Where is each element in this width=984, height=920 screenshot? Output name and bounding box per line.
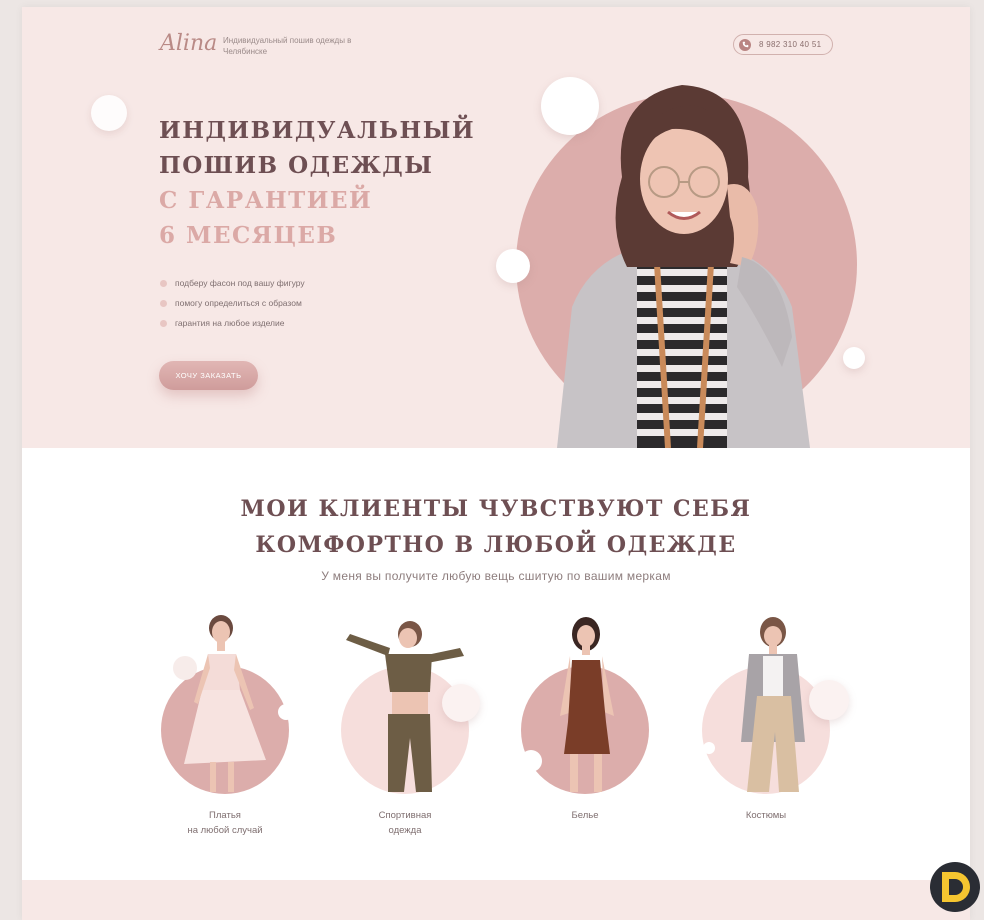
phone-icon (739, 38, 751, 51)
hero-section: Alina Индивидуальный пошив одежды в Челя… (22, 7, 970, 448)
section-title: МОИ КЛИЕНТЫ ЧУВСТВУЮТ СЕБЯ КОМФОРТНО В Л… (240, 496, 752, 558)
benefit-item: помогу определиться с образом (160, 293, 305, 313)
category-dresses[interactable]: Платья на любой случай (150, 612, 300, 862)
model-portrait (557, 85, 810, 448)
logo[interactable]: Alina (160, 31, 217, 56)
decor-bubble (91, 95, 127, 131)
category-label: Костюмы (745, 810, 787, 821)
benefit-item: подберу фасон под вашу фигуру (160, 273, 305, 293)
category-lingerie[interactable]: Белье (510, 612, 660, 862)
dress-model-image (184, 615, 266, 792)
next-section-band (22, 880, 970, 920)
suit-model-image (741, 617, 805, 792)
bullet-dot-icon (160, 319, 167, 327)
phone-button[interactable]: 8 982 310 40 51 (733, 34, 833, 55)
category-label: Платья на любой случай (187, 810, 263, 836)
sportswear-model-image (346, 621, 464, 792)
bullet-dot-icon (160, 299, 167, 307)
phone-number: 8 982 310 40 51 (759, 40, 822, 49)
category-label: Спортивная одежда (378, 810, 432, 836)
order-button[interactable]: ХОЧУ ЗАКАЗАТЬ (159, 361, 258, 390)
watermark-logo (930, 862, 980, 912)
category-suits[interactable]: Костюмы (691, 612, 849, 862)
landing-page: Alina Индивидуальный пошив одежды в Челя… (22, 7, 970, 920)
decor-bubble (496, 249, 530, 283)
bullet-dot-icon (160, 279, 167, 287)
hero-title: ИНДИВИДУАЛЬНЫЙ ПОШИВ ОДЕЖДЫ С ГАРАНТИЕЙ … (159, 117, 476, 249)
category-sportswear[interactable]: Спортивная одежда (330, 612, 480, 862)
benefit-item: гарантия на любое изделие (160, 313, 305, 333)
benefits-list: подберу фасон под вашу фигуру помогу опр… (160, 273, 305, 333)
decor-bubble (843, 347, 865, 369)
section-subtitle: У меня вы получите любую вещь сшитую по … (321, 569, 671, 583)
header-tagline: Индивидуальный пошив одежды в Челябинске (223, 36, 352, 56)
category-label: Белье (571, 810, 599, 821)
lingerie-model-image (560, 617, 614, 792)
